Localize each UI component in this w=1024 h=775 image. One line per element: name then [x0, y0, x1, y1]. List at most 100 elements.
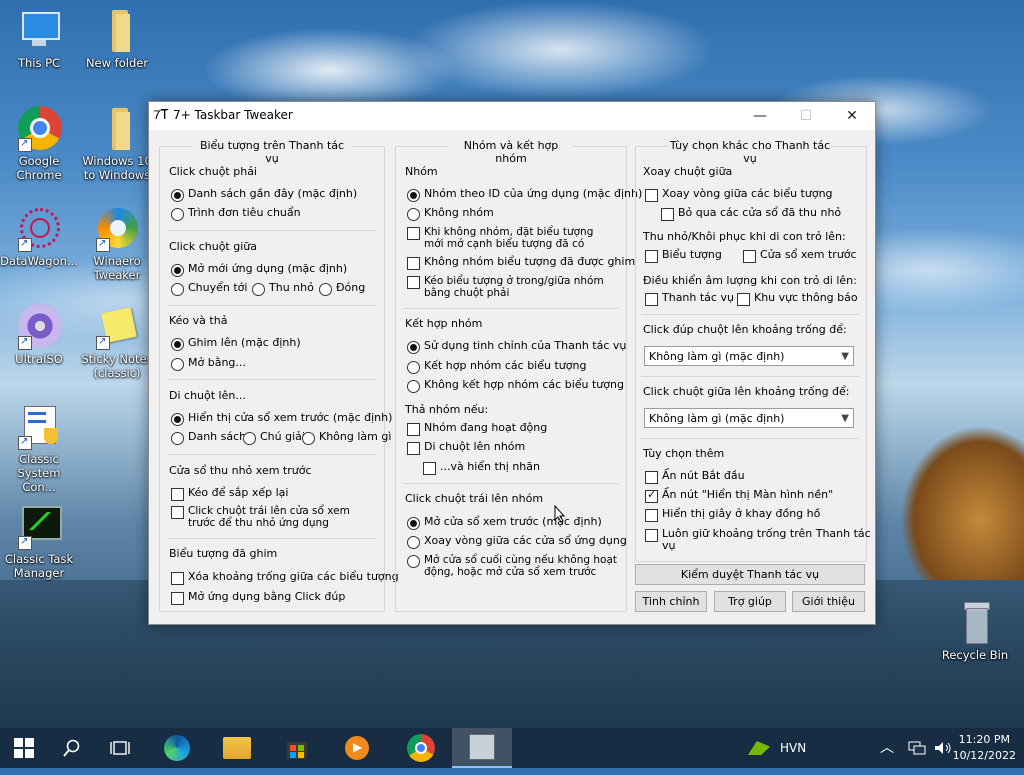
checkbox-hide-show-desktop[interactable]: Ẩn nút "Hiển thị Màn hình nền" — [645, 489, 833, 503]
section-label: Cửa sổ thu nhỏ xem trước — [169, 464, 312, 477]
maximize-button[interactable]: ☐ — [783, 102, 829, 130]
radio-cycle-windows[interactable]: Xoay vòng giữa các cửa sổ ứng dụng — [407, 535, 627, 549]
section-label: Kéo và thả — [169, 314, 228, 327]
checkbox-show-labels[interactable]: ...và hiển thị nhãn — [423, 461, 540, 475]
nvidia-icon[interactable] — [748, 728, 776, 768]
taskbar-edge[interactable] — [152, 728, 202, 768]
checkbox-skip-minimized[interactable]: Bỏ qua các cửa sổ đã thu nhỏ — [661, 207, 841, 221]
network-icon[interactable] — [908, 728, 928, 768]
desktop-icon-new-folder[interactable]: New folder — [78, 8, 156, 70]
checkbox-volume-taskbar[interactable]: Thanh tác vụ — [645, 292, 734, 306]
checkbox-drag-reorder[interactable]: Kéo để sắp xếp lại — [171, 487, 288, 501]
desktop-icon-label: Sticky Notes (classic) — [81, 352, 153, 380]
taskbar-chrome[interactable] — [396, 728, 446, 768]
search-button[interactable] — [48, 728, 96, 768]
desktop-icon-datawagon[interactable]: DataWagon... — [0, 206, 78, 268]
taskbar-file-explorer[interactable] — [212, 728, 262, 768]
checkbox-click-minimize[interactable]: Click chuột trái lên cửa sổ xem trước để… — [171, 505, 371, 529]
radio-open-last[interactable]: Mở cửa sổ cuối cùng nếu không hoạt động,… — [407, 554, 617, 578]
desktop-icon-winaero[interactable]: Winaero Tweaker — [78, 206, 156, 282]
checkbox-right-drag[interactable]: Kéo biểu tượng ở trong/giữa nhóm bằng ch… — [407, 275, 607, 299]
checkbox-hide-start[interactable]: Ẩn nút Bắt đầu — [645, 470, 745, 484]
taskbar-7tt-active[interactable] — [452, 728, 512, 768]
radio-standard-menu[interactable]: Trình đơn tiêu chuẩn — [171, 207, 301, 221]
checkbox-no-group-pinned[interactable]: Không nhóm biểu tượng đã được ghim — [407, 256, 635, 270]
taskbar-inspector-button[interactable]: Kiểm duyệt Thanh tác vụ — [635, 564, 865, 585]
desktop-icon-windows10[interactable]: Windows 10 to Windows — [78, 106, 156, 182]
radio-open-with[interactable]: Mở bằng... — [171, 357, 246, 371]
radio-tooltip[interactable]: Chú giải — [243, 431, 305, 445]
desktop-icon-label: This PC — [17, 56, 61, 70]
checkbox-hover-group[interactable]: Di chuột lên nhóm — [407, 441, 525, 455]
radio-open-new[interactable]: Mở mới ứng dụng (mặc định) — [171, 263, 347, 277]
desktop-icon-ultraiso[interactable]: UltraISO — [0, 304, 78, 366]
desktop-icon-classic-task-manager[interactable]: Classic Task Manager — [0, 504, 78, 580]
taskbar: ▶ HVN ︿ 11:20 PM 10/12/2022 — [0, 728, 1024, 768]
radio-no-combine[interactable]: Không kết hợp nhóm các biểu tượng — [407, 379, 624, 393]
radio-open-preview[interactable]: Mở cửa sổ xem trước (mặc định) — [407, 516, 602, 530]
checkbox-double-click-open[interactable]: Mở ứng dụng bằng Click đúp — [171, 591, 345, 605]
settings-button[interactable]: Tinh chỉnh — [635, 591, 707, 612]
checkbox-show-seconds[interactable]: Hiển thị giây ở khay đồng hồ — [645, 508, 820, 522]
radio-combine[interactable]: Kết hợp nhóm các biểu tượng — [407, 360, 586, 374]
radio-switch-to[interactable]: Chuyển tới — [171, 282, 247, 296]
help-button[interactable]: Trợ giúp — [714, 591, 786, 612]
chevron-up-icon[interactable]: ︿ — [880, 728, 900, 768]
section-label: Biểu tượng đã ghim — [169, 547, 278, 560]
desktop-icon-label: Classic System Con... — [17, 452, 61, 494]
checkbox-volume-tray[interactable]: Khu vực thông báo — [737, 292, 858, 306]
section-label: Click chuột giữa lên khoảng trống để: — [643, 385, 850, 398]
checkbox-minrestore-icons[interactable]: Biểu tượng — [645, 249, 722, 263]
datawagon-icon — [16, 206, 62, 252]
desktop-icon-recycle-bin[interactable]: Recycle Bin — [936, 600, 1014, 662]
edge-icon — [164, 735, 190, 761]
task-view-button[interactable] — [96, 728, 144, 768]
start-button[interactable] — [0, 728, 48, 768]
middle-click-dropdown[interactable]: Không làm gì (mặc định) ▼ — [644, 408, 854, 428]
radio-list[interactable]: Danh sách — [171, 431, 246, 445]
section-label: Thả nhóm nếu: — [405, 403, 489, 416]
minimize-button[interactable]: — — [737, 102, 783, 130]
checkbox-remove-gaps[interactable]: Xóa khoảng trống giữa các biểu tượng — [171, 571, 399, 585]
folder-icon — [223, 737, 251, 759]
radio-show-preview[interactable]: Hiển thị cửa sổ xem trước (mặc định) — [171, 412, 392, 426]
taskbar-store[interactable] — [272, 728, 322, 768]
radio-group-by-appid[interactable]: Nhóm theo ID của ứng dụng (mặc định) — [407, 188, 642, 202]
taskbar-media-player[interactable]: ▶ — [332, 728, 382, 768]
section-label: Nhóm — [405, 165, 438, 178]
radio-no-group[interactable]: Không nhóm — [407, 207, 494, 221]
group-title: Nhóm và kết hợp nhóm — [449, 139, 573, 165]
close-button[interactable]: ✕ — [829, 102, 875, 130]
section-label: Xoay chuột giữa — [643, 165, 733, 178]
windows-logo-icon — [14, 738, 34, 758]
computer-icon — [16, 8, 62, 54]
radio-pin[interactable]: Ghim lên (mặc định) — [171, 337, 301, 351]
double-click-dropdown[interactable]: Không làm gì (mặc định) ▼ — [644, 346, 854, 366]
checkbox-wheel-cycle[interactable]: Xoay vòng giữa các biểu tượng — [645, 188, 833, 202]
section-label: Di chuột lên... — [169, 389, 246, 402]
window-title: 7+ Taskbar Tweaker — [173, 108, 293, 122]
radio-do-nothing[interactable]: Không làm gì — [302, 431, 391, 445]
checkbox-minrestore-preview[interactable]: Cửa sổ xem trước — [743, 249, 857, 263]
clock-date: 10/12/2022 — [952, 749, 1016, 762]
window-titlebar[interactable]: 7͞T 7+ Taskbar Tweaker — ☐ ✕ — [149, 102, 875, 130]
desktop-icon-google-chrome[interactable]: Google Chrome — [0, 106, 78, 182]
radio-close[interactable]: Đóng — [319, 282, 365, 296]
radio-minimize[interactable]: Thu nhỏ — [252, 282, 314, 296]
folder-icon — [94, 8, 140, 54]
volume-icon[interactable] — [934, 728, 954, 768]
desktop-icon-sticky-notes[interactable]: Sticky Notes (classic) — [78, 304, 156, 380]
radio-recent-list[interactable]: Danh sách gần đây (mặc định) — [171, 188, 357, 202]
desktop-icon-classic-system-config[interactable]: Classic System Con... — [0, 404, 78, 494]
nvidia-label[interactable]: HVN — [780, 728, 806, 768]
wallpaper-rock — [870, 380, 1024, 580]
checkbox-place-new-near[interactable]: Khi không nhóm, đặt biểu tượng mới mở cạ… — [407, 226, 615, 250]
radio-use-taskbar-setting[interactable]: Sử dụng tinh chỉnh của Thanh tác vụ — [407, 340, 626, 354]
tray-clock[interactable]: 11:20 PM 10/12/2022 — [953, 732, 1016, 764]
desktop-icon-this-pc[interactable]: This PC — [0, 8, 78, 70]
about-button[interactable]: Giới thiệu — [792, 591, 865, 612]
checkbox-keep-space[interactable]: Luôn giữ khoảng trống trên Thanh tác vụ — [645, 528, 875, 552]
mouse-cursor-icon — [554, 505, 566, 523]
chevron-down-icon: ▼ — [841, 413, 849, 424]
checkbox-group-active[interactable]: Nhóm đang hoạt động — [407, 422, 547, 436]
